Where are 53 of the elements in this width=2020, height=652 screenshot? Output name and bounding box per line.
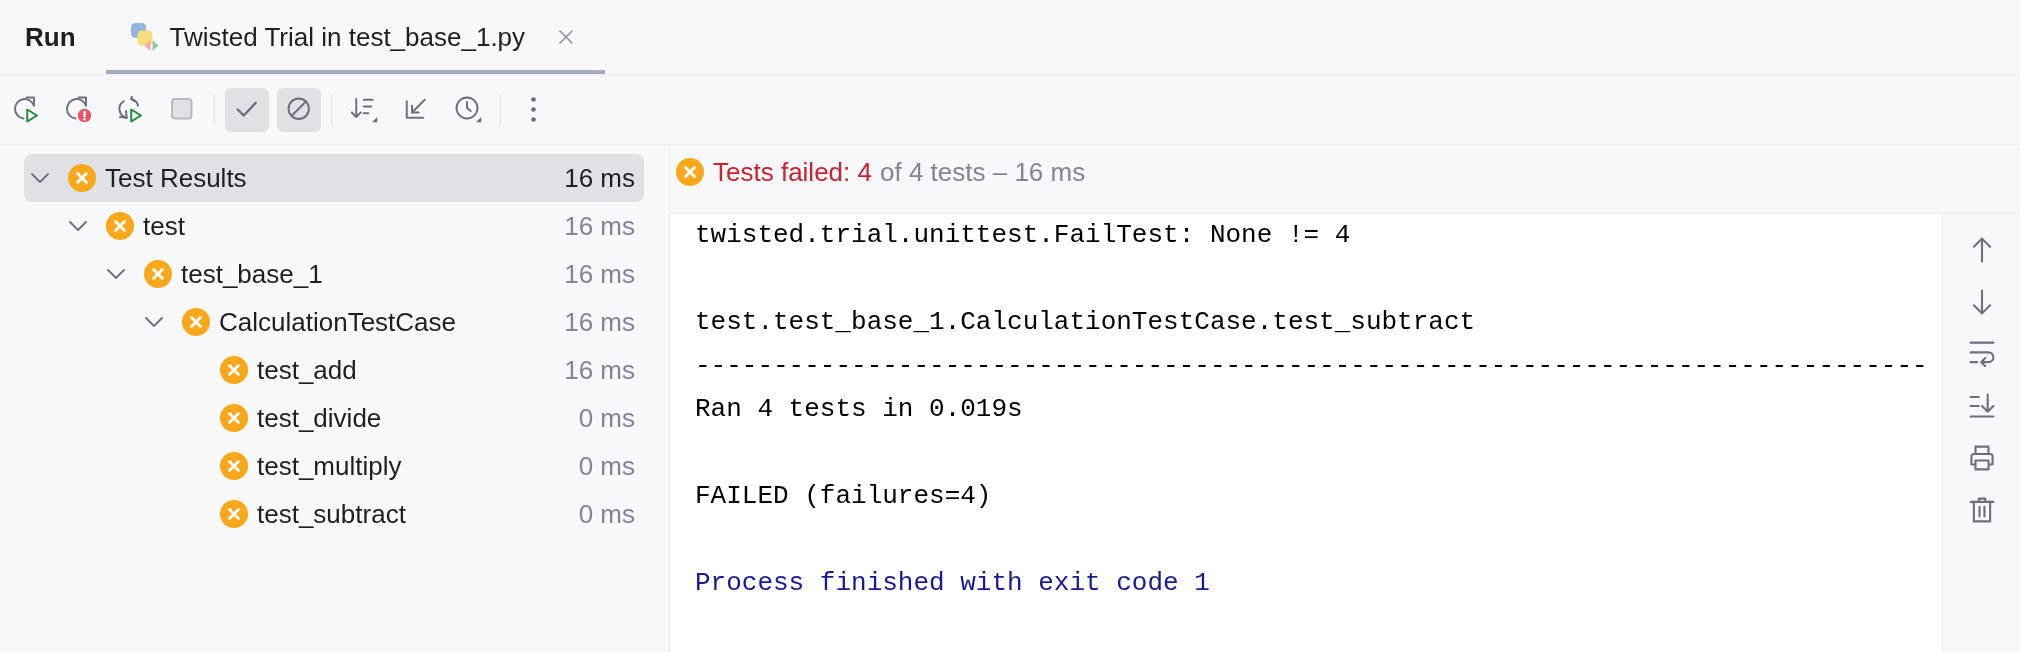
refresh-play-icon <box>12 96 40 123</box>
close-icon <box>559 30 574 44</box>
test-duration: 16 ms <box>564 210 635 242</box>
tree-row[interactable]: test_add 16 ms <box>24 346 644 394</box>
tree-row[interactable]: test 16 ms <box>24 202 644 250</box>
test-duration: 16 ms <box>564 306 635 338</box>
test-duration: 0 ms <box>578 402 635 434</box>
failed-count-text: Tests failed: 4 <box>713 156 872 188</box>
ban-icon <box>285 96 313 123</box>
test-name: Test Results <box>105 162 247 194</box>
test-name: test_subtract <box>257 498 406 530</box>
lines-down-arrow-icon <box>1968 393 1995 419</box>
test-name: test <box>143 210 185 242</box>
printer-icon <box>1968 445 1995 471</box>
trash-icon <box>1968 497 1995 523</box>
show-ignored-button[interactable] <box>277 87 321 132</box>
tree-row[interactable]: test_divide 0 ms <box>24 394 644 442</box>
clock-icon <box>454 96 482 123</box>
tree-row[interactable]: Test Results 16 ms <box>24 154 644 202</box>
tree-row[interactable]: test_multiply 0 ms <box>24 442 644 490</box>
test-name: test_base_1 <box>181 258 323 290</box>
tool-window-title: Run <box>25 21 76 53</box>
chevron-down-icon[interactable] <box>31 173 49 183</box>
chevron-down-icon[interactable] <box>69 221 87 231</box>
tree-row[interactable]: test_base_1 16 ms <box>24 250 644 298</box>
tree-row[interactable]: test_subtract 0 ms <box>24 490 644 538</box>
test-name: test_divide <box>257 402 382 434</box>
cycle-arrows-play-icon <box>116 96 144 123</box>
overlapping-squares-icon <box>130 23 159 51</box>
chevron-down-icon[interactable] <box>145 317 163 327</box>
test-name: CalculationTestCase <box>219 306 456 338</box>
console-line: ------------------------------------------------------------------------------- <box>695 349 1928 383</box>
console-line: FAILED (failures=4) <box>695 480 992 513</box>
chevron-down-icon[interactable] <box>107 269 125 279</box>
refresh-error-icon <box>64 96 92 123</box>
console-line: test.test_base_1.CalculationTestCase.test_subtract <box>695 306 1476 339</box>
test-duration: 16 ms <box>564 258 635 290</box>
test-name: test_multiply <box>257 450 402 482</box>
console-line: Ran 4 tests in 0.019s <box>695 393 1023 426</box>
test-duration: 0 ms <box>578 498 635 530</box>
more-icon <box>530 97 536 122</box>
test-duration: 16 ms <box>564 162 635 194</box>
tree-row[interactable]: CalculationTestCase 16 ms <box>24 298 644 346</box>
test-summary-text: of 4 tests – 16 ms <box>880 156 1086 188</box>
test-duration: 0 ms <box>578 450 635 482</box>
test-duration: 16 ms <box>564 354 635 386</box>
wrap-icon <box>1968 341 1995 367</box>
show-passed-button[interactable] <box>225 87 269 132</box>
tab[interactable]: Twisted Trial in test_base_1.py <box>105 0 606 74</box>
console-line: twisted.trial.unittest.FailTest: None != 4 <box>695 219 1351 252</box>
console-line: Process finished with exit code 1 <box>695 567 1210 600</box>
sort-icon <box>350 96 378 123</box>
test-name: test_add <box>257 354 357 386</box>
